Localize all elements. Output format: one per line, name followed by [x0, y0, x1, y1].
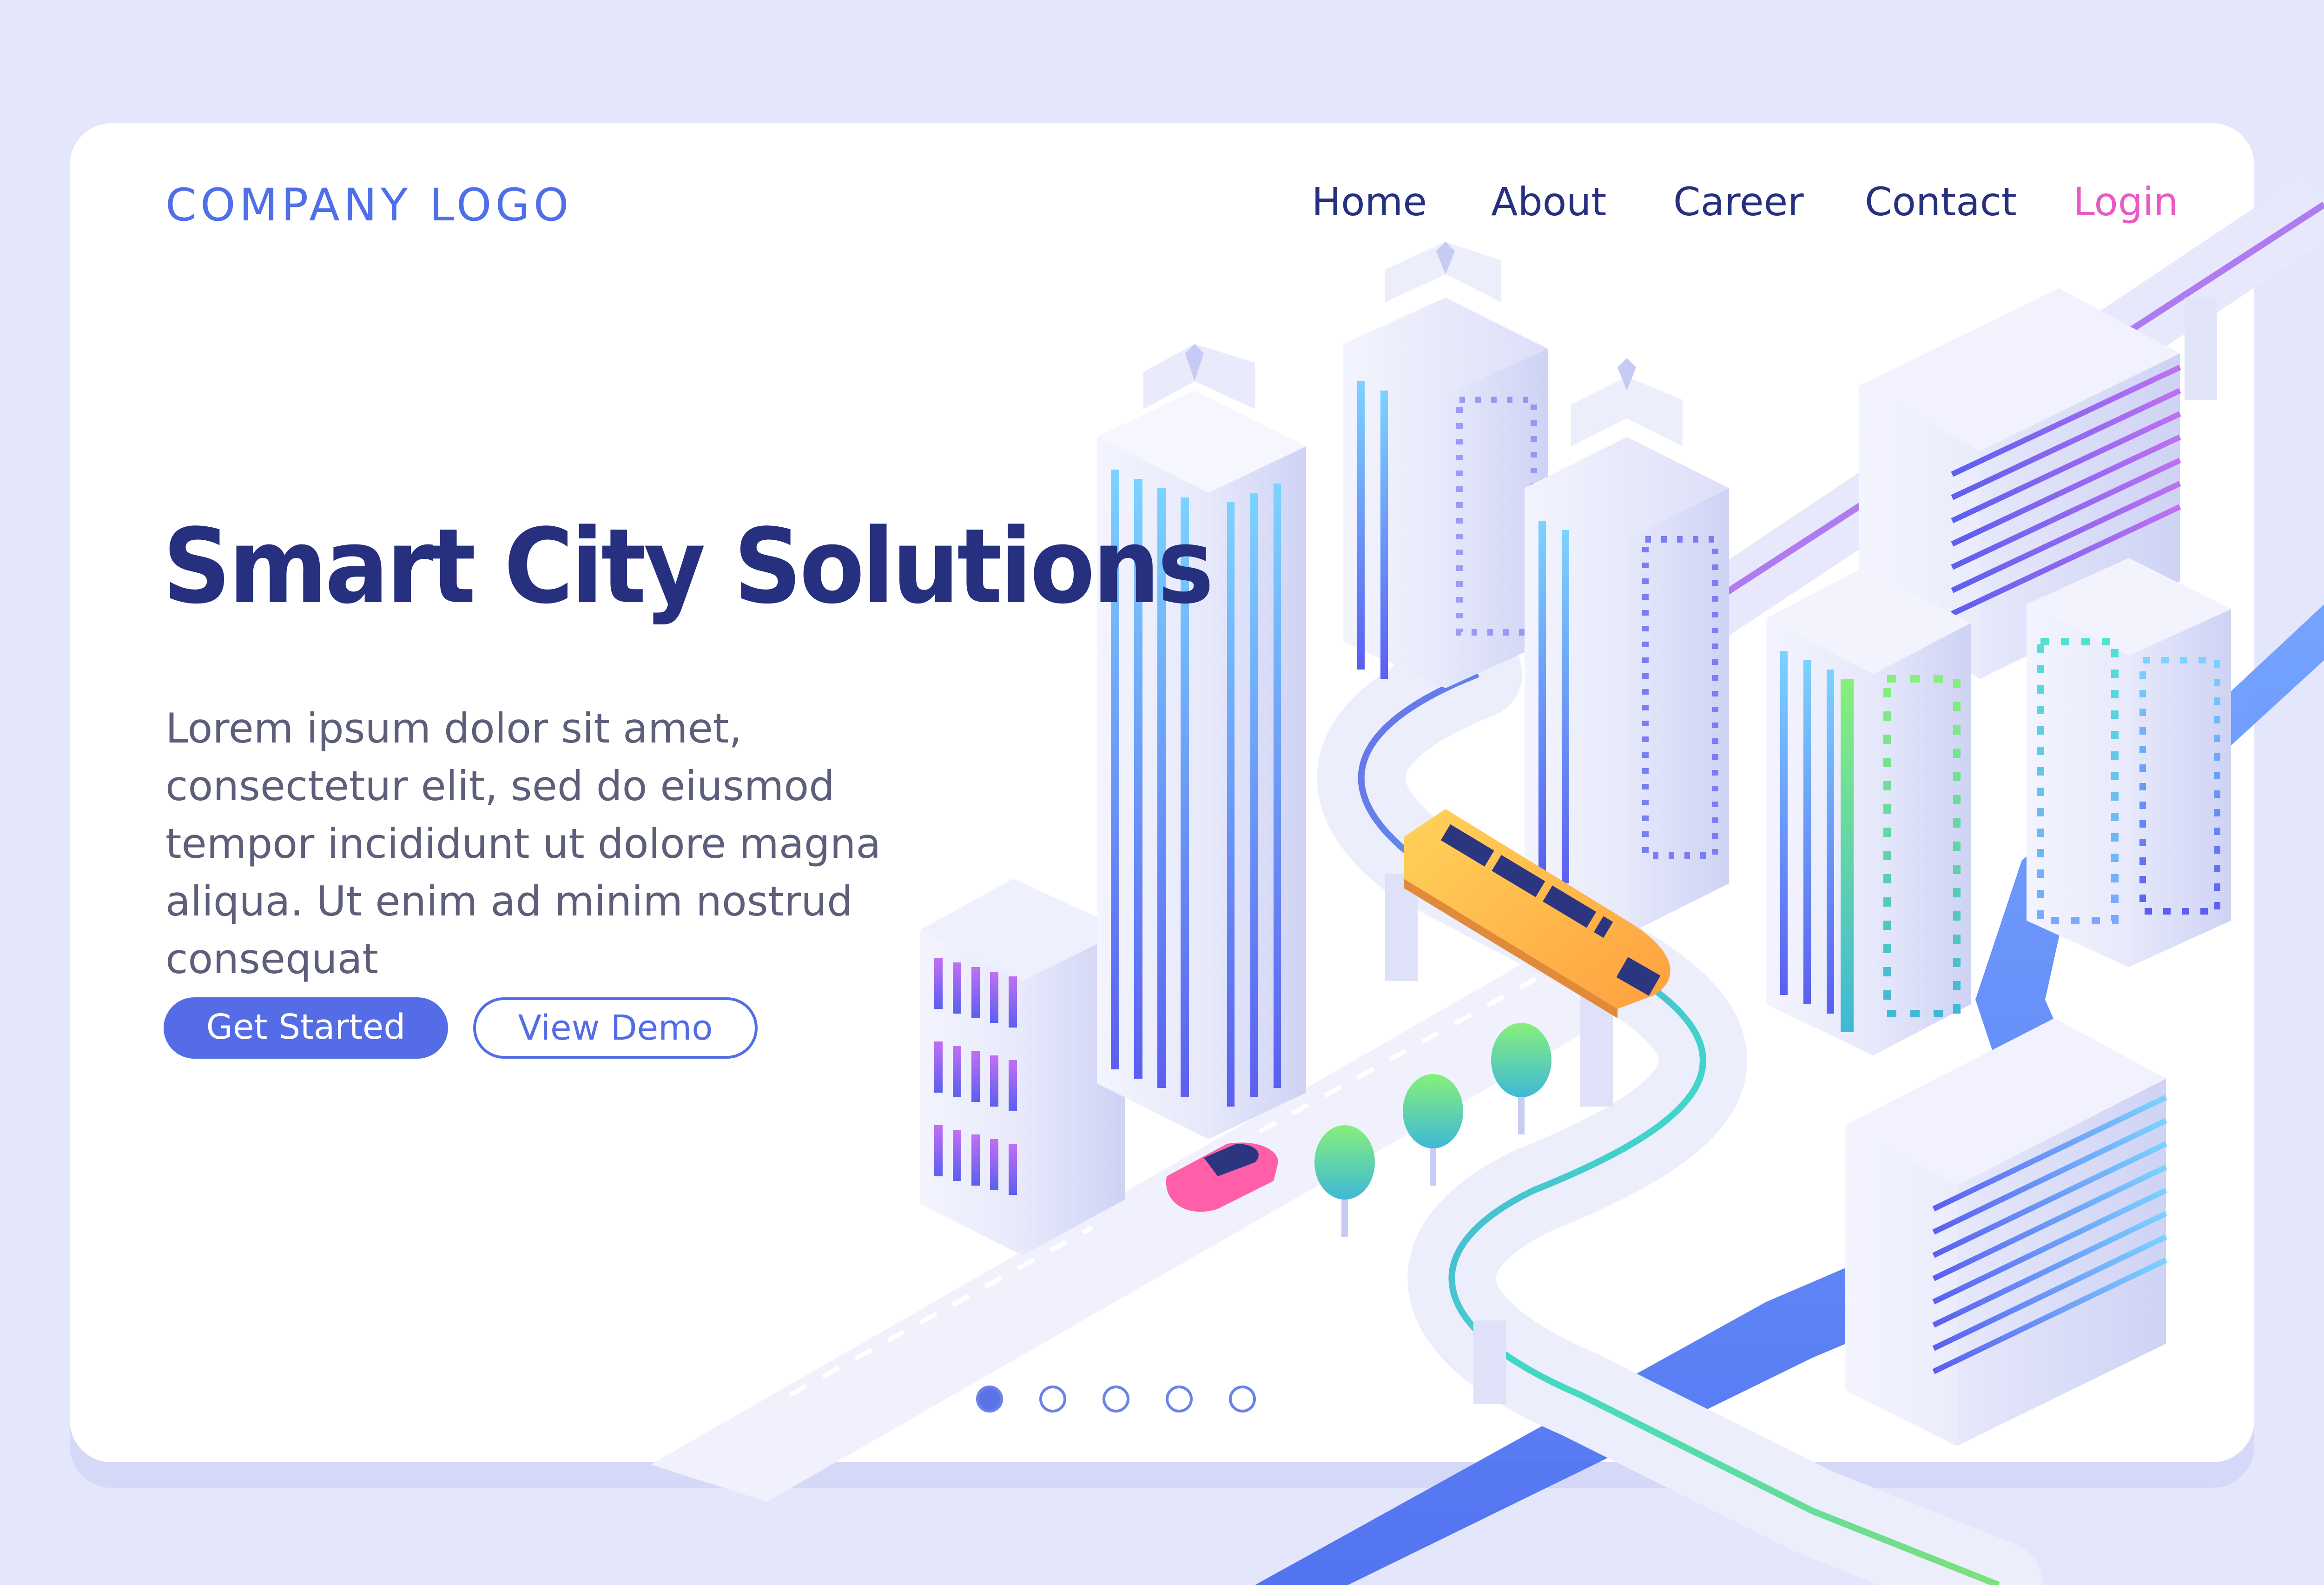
nav-career[interactable]: Career: [1673, 179, 1804, 225]
tower-teal: [2027, 558, 2231, 967]
tower-center-front: [1525, 358, 1729, 935]
hero-title: Smart City Solutions: [163, 507, 1214, 627]
nav-home[interactable]: Home: [1312, 179, 1427, 225]
building-bottom-right: [1845, 1018, 2167, 1446]
pagination-dot-1[interactable]: [976, 1386, 1003, 1413]
view-demo-button[interactable]: View Demo: [473, 997, 758, 1059]
get-started-button[interactable]: Get Started: [164, 997, 448, 1059]
tower-green: [1766, 567, 1971, 1055]
nav-about[interactable]: About: [1491, 179, 1606, 225]
hero-description: Lorem ipsum dolor sit amet, consectetur …: [165, 704, 881, 983]
nav-contact[interactable]: Contact: [1865, 179, 2017, 225]
nav-login[interactable]: Login: [2073, 179, 2179, 225]
pagination-dot-2[interactable]: [1039, 1386, 1066, 1413]
pagination-dot-3[interactable]: [1103, 1386, 1129, 1413]
main-nav: Home About Career Contact Login: [0, 179, 2324, 235]
tower-center-back: [1343, 242, 1548, 688]
tower-tall-left: [1097, 344, 1306, 1139]
pagination-dot-4[interactable]: [1166, 1386, 1193, 1413]
pagination-dot-5[interactable]: [1229, 1386, 1256, 1413]
